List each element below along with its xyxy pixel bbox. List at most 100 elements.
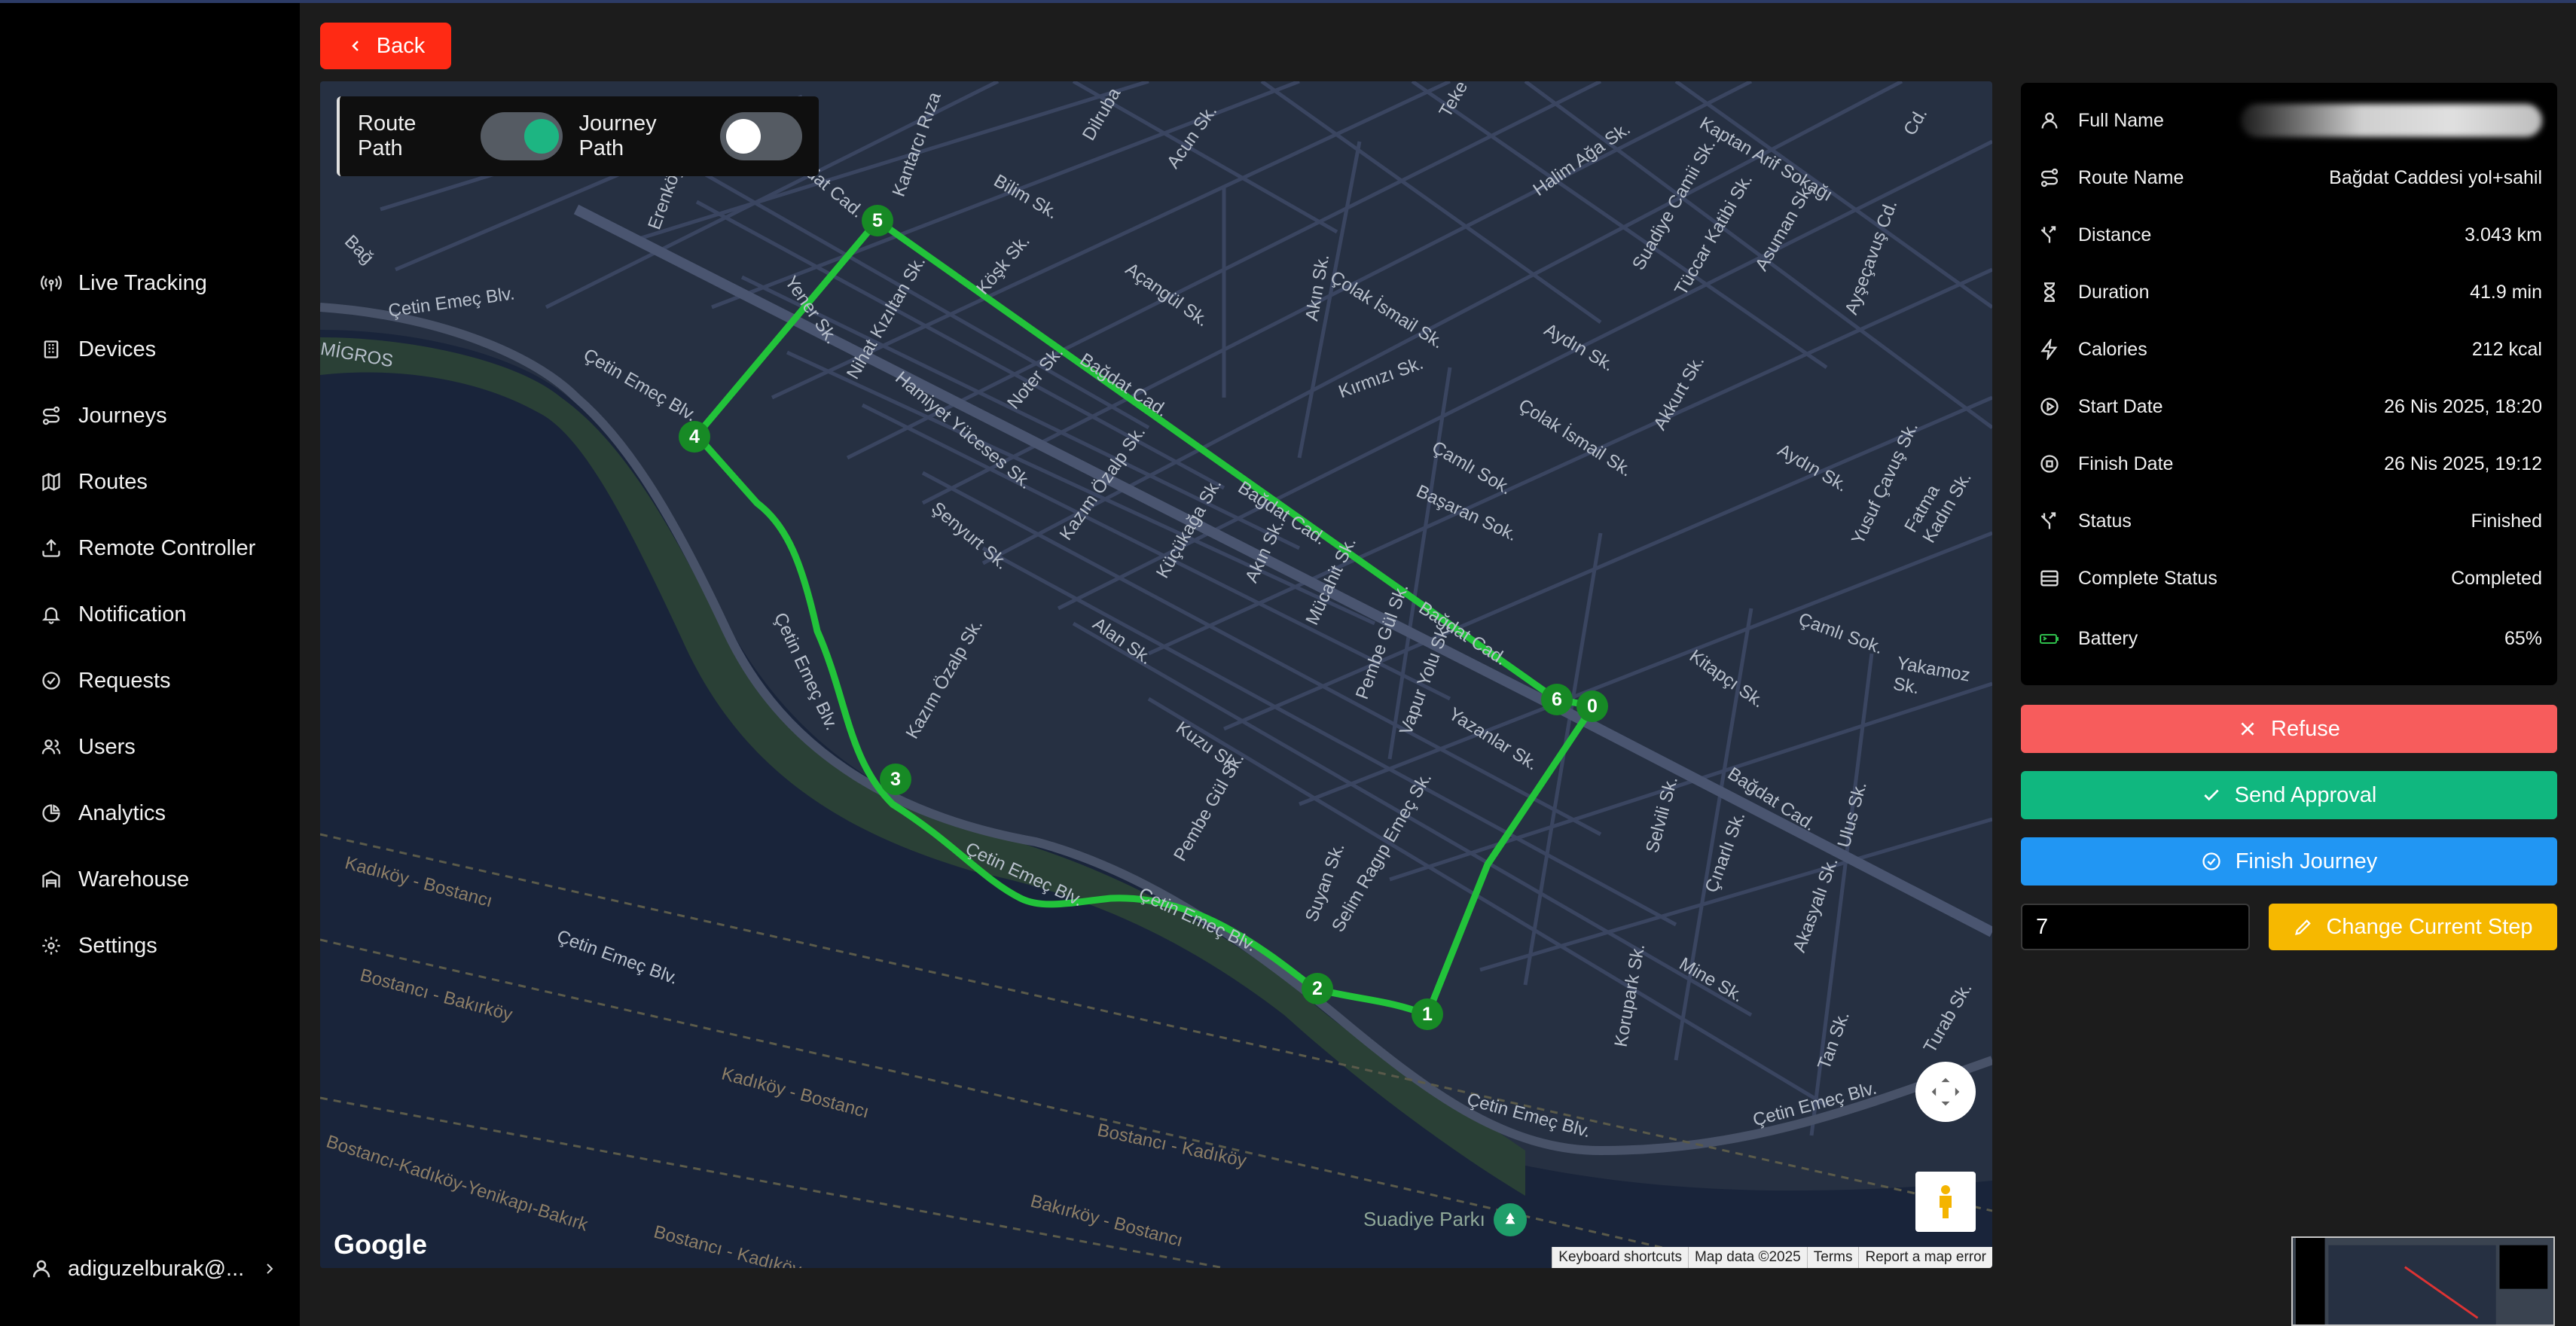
window-top-border — [0, 0, 2576, 3]
park-pin-icon[interactable] — [1494, 1203, 1527, 1236]
route-marker-2[interactable]: 2 — [1302, 973, 1333, 1004]
info-row-full-name: Full Name — [2039, 98, 2542, 143]
close-icon — [2241, 722, 2254, 736]
info-key: Battery — [2078, 627, 2138, 649]
pie-chart-icon — [42, 804, 60, 822]
gear-icon — [42, 937, 60, 955]
sidebar-item-label: Requests — [78, 668, 171, 693]
street-view-pegman[interactable] — [1915, 1172, 1976, 1232]
google-logo: Google — [334, 1229, 427, 1260]
users-icon — [41, 739, 61, 754]
table-icon — [2040, 570, 2059, 587]
back-button[interactable]: Back — [320, 23, 451, 69]
journey-info-panel: Full Name Route Name Bağdat Caddesi yol+… — [2021, 83, 2557, 685]
info-key: Status — [2078, 510, 2132, 532]
route-marker-4[interactable]: 4 — [679, 421, 710, 453]
stop-circle-icon — [2040, 455, 2059, 473]
info-row-finish-date: Finish Date 26 Nis 2025, 19:12 — [2039, 441, 2542, 486]
info-value: 3.043 km — [2465, 224, 2542, 245]
map-canvas — [320, 81, 1992, 1268]
info-key: Distance — [2078, 224, 2152, 245]
sidebar-item-journeys[interactable]: Journeys — [41, 393, 167, 438]
route-marker-0[interactable]: 0 — [1576, 690, 1608, 722]
info-key: Full Name — [2078, 109, 2164, 131]
lightning-icon — [2040, 339, 2058, 360]
move-arrows-icon — [1931, 1078, 1960, 1106]
user-icon — [2041, 112, 2058, 129]
chevron-left-icon — [351, 41, 359, 51]
park-label: Suadiye Parkı — [1363, 1208, 1485, 1230]
bell-icon — [41, 607, 61, 624]
refuse-button[interactable]: Refuse — [2021, 705, 2557, 753]
sidebar-item-routes[interactable]: Routes — [41, 459, 148, 504]
report-error-link[interactable]: Report a map error — [1858, 1247, 1992, 1268]
send-approval-button[interactable]: Send Approval — [2021, 771, 2557, 819]
journey-path-label: Journey Path — [578, 111, 657, 160]
map-camera-control[interactable] — [1915, 1062, 1976, 1122]
sidebar-item-requests[interactable]: Requests — [41, 658, 171, 703]
info-key: Finish Date — [2078, 453, 2174, 474]
journey-path-toggle[interactable] — [720, 112, 803, 160]
terms-link[interactable]: Terms — [1806, 1247, 1859, 1268]
check-icon — [2204, 789, 2219, 801]
sidebar-item-analytics[interactable]: Analytics — [41, 791, 166, 836]
tree-icon — [1505, 1212, 1515, 1224]
info-key: Complete Status — [2078, 567, 2217, 589]
change-current-step-button[interactable]: Change Current Step — [2269, 904, 2557, 950]
route-marker-5[interactable]: 5 — [862, 205, 893, 236]
info-value: 41.9 min — [2470, 281, 2542, 303]
info-value: 26 Nis 2025, 18:20 — [2384, 395, 2542, 417]
user-icon — [32, 1260, 50, 1278]
screenshot-thumbnail[interactable] — [2291, 1236, 2555, 1326]
info-key: Start Date — [2078, 395, 2163, 417]
sidebar-item-settings[interactable]: Settings — [41, 923, 157, 968]
info-value: Finished — [2471, 510, 2543, 532]
route-marker-1[interactable]: 1 — [1412, 998, 1443, 1030]
info-value: 212 kcal — [2471, 338, 2542, 360]
journey-path-toggle-knob — [726, 119, 762, 154]
path-toggle-panel: Route Path Journey Path — [337, 96, 819, 176]
info-row-distance: Distance 3.043 km — [2039, 212, 2542, 258]
sidebar-item-label: Live Tracking — [78, 270, 207, 295]
sidebar-item-devices[interactable]: Devices — [41, 327, 156, 372]
sidebar-item-live-tracking[interactable]: Live Tracking — [41, 261, 207, 306]
finish-journey-label: Finish Journey — [2235, 849, 2378, 873]
sidebar-item-label: Analytics — [78, 800, 166, 825]
sidebar-item-label: Journeys — [78, 403, 167, 428]
info-row-battery: Battery 65% — [2039, 616, 2542, 661]
info-key: Calories — [2078, 338, 2147, 360]
route-path-toggle[interactable] — [480, 112, 563, 160]
check-circle-icon — [2202, 852, 2220, 870]
building-icon — [44, 340, 59, 358]
map[interactable]: Bağdat Cad. Bağdat Cad. Bağdat Cad. Bağd… — [320, 81, 1992, 1268]
map-data-text: Map data ©2025 — [1687, 1247, 1807, 1268]
finish-journey-button[interactable]: Finish Journey — [2021, 837, 2557, 886]
sidebar-item-warehouse[interactable]: Warehouse — [41, 857, 189, 902]
sidebar-item-label: Users — [78, 734, 136, 759]
battery-icon — [2040, 634, 2059, 644]
user-menu[interactable]: adiguzelburak@... — [30, 1250, 279, 1288]
route-marker-3[interactable]: 3 — [880, 764, 911, 795]
back-label: Back — [376, 33, 426, 58]
route-marker-6[interactable]: 6 — [1541, 684, 1573, 715]
sidebar-item-users[interactable]: Users — [41, 724, 136, 770]
current-step-input[interactable] — [2021, 904, 2250, 950]
thumbnail-preview — [2295, 1238, 2548, 1324]
route-path-label: Route Path — [358, 111, 417, 160]
sidebar-item-remote-controller[interactable]: Remote Controller — [41, 526, 255, 571]
change-step-label: Change Current Step — [2326, 914, 2533, 939]
refuse-label: Refuse — [2271, 716, 2340, 741]
route-path-toggle-knob — [523, 119, 559, 154]
info-value: 26 Nis 2025, 19:12 — [2384, 453, 2542, 474]
sidebar-item-label: Warehouse — [78, 867, 190, 892]
hourglass-icon — [2043, 282, 2056, 302]
info-value: Completed — [2451, 567, 2542, 589]
send-approval-label: Send Approval — [2234, 782, 2377, 807]
sidebar-item-notification[interactable]: Notification — [41, 592, 186, 637]
sidebar-item-label: Routes — [78, 469, 148, 494]
keyboard-shortcuts-link[interactable]: Keyboard shortcuts — [1552, 1247, 1688, 1268]
upload-icon — [42, 538, 60, 557]
info-row-start-date: Start Date 26 Nis 2025, 18:20 — [2039, 384, 2542, 429]
info-row-duration: Duration 41.9 min — [2039, 270, 2542, 315]
sidebar-item-label: Devices — [78, 337, 157, 361]
